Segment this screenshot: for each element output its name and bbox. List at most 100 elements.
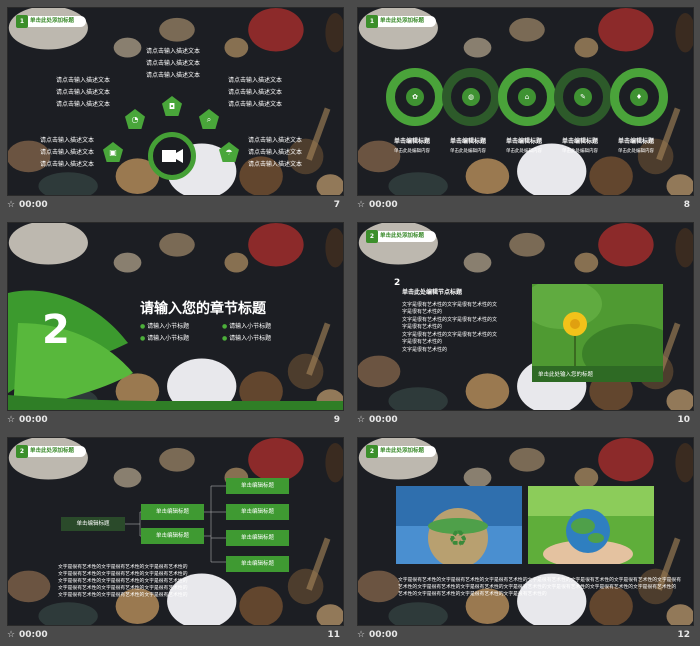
step-ring[interactable]: ♦ [610,68,668,126]
bullet-text: 请输入小节标题 [147,335,190,342]
slide-footer: ☆ 00:00 10 [357,414,694,428]
transition-icon[interactable]: ☆ [7,200,15,210]
desc-text[interactable]: 请点击输入描述文本 [56,101,110,109]
droplet-icon: ♦ [630,88,648,106]
slide-title-pill[interactable]: 1 单击此处添加标题 [366,15,436,28]
pill-text: 单击此处添加标题 [30,18,75,24]
slide-thumbnail[interactable]: 2 请输入您的章节标题 ● 请输入小节标题 ● 请输入小节标题 ● 请输入小节标… [7,222,344,411]
slide-cell-11[interactable]: 2 单击此处添加标题 单击编辑标题 单击编辑标题 单击编辑标题 单击编辑标题 单… [0,430,345,645]
wrench-icon: ✎ [574,88,592,106]
slide-timing: 00:00 [369,630,398,640]
transition-icon[interactable]: ☆ [357,630,365,640]
transition-icon[interactable]: ☆ [7,630,15,640]
desc-text[interactable]: 请点击输入描述文本 [248,161,302,169]
slide-cell-12[interactable]: 2 单击此处添加标题 ♻ 文字是很有艺术性的文字是很有艺术性的文字是很有艺术性的… [350,430,695,645]
desc-text[interactable]: 请点击输入描述文本 [56,77,110,85]
desc-text[interactable]: 请点击输入描述文本 [248,137,302,145]
tree-leaf-node[interactable]: 单击编辑标题 [226,504,289,520]
transition-icon[interactable]: ☆ [357,200,365,210]
slide-timing: 00:00 [369,415,398,425]
slide-number: 12 [677,630,690,640]
node-heading[interactable]: 单击此处编辑节点标题 [402,289,462,297]
slide-cell-10[interactable]: 2 单击此处添加标题 2 单击此处编辑节点标题 文字是很有艺术性的文字是很有艺术性… [350,215,695,430]
tree-leaf-node[interactable]: 单击编辑标题 [226,478,289,494]
tree-mid-node[interactable]: 单击编辑标题 [141,528,204,544]
step-ring[interactable]: ✿ [386,68,444,126]
slide-footer: ☆ 00:00 7 [7,199,344,213]
step-ring[interactable]: ⌂ [498,68,556,126]
desc-text[interactable]: 请点击输入描述文本 [228,101,282,109]
recycle-globe-photo[interactable]: ♻ [396,486,522,564]
transition-icon[interactable]: ☆ [7,415,15,425]
body-line[interactable]: 文字是很有艺术性的文字是很有艺术性的文字是很有艺术性的 [58,592,188,599]
body-line[interactable]: 文字是很有艺术性的文字是很有艺术性的文字是很有艺术性的 [58,585,188,592]
slide-cell-9[interactable]: 2 请输入您的章节标题 ● 请输入小节标题 ● 请输入小节标题 ● 请输入小节标… [0,215,345,430]
step-ring[interactable]: ✎ [554,68,612,126]
item-desc[interactable]: 单击此处编辑内容 [450,148,486,156]
desc-text[interactable]: 请点击输入描述文本 [146,48,200,56]
slide-thumbnail[interactable]: 2 单击此处添加标题 单击编辑标题 单击编辑标题 单击编辑标题 单击编辑标题 单… [7,437,344,626]
slide-title-pill[interactable]: 2 单击此处添加标题 [366,230,436,243]
desc-text[interactable]: 请点击输入描述文本 [228,89,282,97]
bullet-item[interactable]: ● 请输入小节标题 [140,335,189,343]
desc-text[interactable]: 请点击输入描述文本 [228,77,282,85]
item-desc[interactable]: 单击此处编辑内容 [394,148,430,156]
tree-leaf-node[interactable]: 单击编辑标题 [226,530,289,546]
green-base-band [8,401,343,410]
slide-cell-8[interactable]: 1 单击此处添加标题 ✿ ◍ ⌂ ✎ ♦ 单击编辑标题 单击此处编辑内容 单击编辑… [350,0,695,215]
desc-text[interactable]: 请点击输入描述文本 [248,149,302,157]
bullet-item[interactable]: ● 请输入小节标题 [140,323,189,331]
slide-title-pill[interactable]: 2 单击此处添加标题 [366,445,436,458]
step-ring[interactable]: ◍ [442,68,500,126]
pill-text: 单击此处添加标题 [380,448,425,454]
body-line[interactable]: 文字是很有艺术性的文字是很有艺术性的文字是很有艺术性的 [58,571,188,578]
body-line[interactable]: 文字是很有艺术性的文字是很有艺术性的文字是很有艺术性的 [58,564,188,571]
bullet-item[interactable]: ● 请输入小节标题 [222,335,271,343]
item-desc[interactable]: 单击此处编辑内容 [506,148,542,156]
desc-text[interactable]: 请点击输入描述文本 [40,161,94,169]
item-desc[interactable]: 单击此处编辑内容 [618,148,654,156]
body-line[interactable]: 艺术性的文字是很有艺术性的文字是很有艺术性的文字是很有艺术性的文字是很有艺术性的… [398,584,676,591]
node-body-line[interactable]: 文字是很有艺术性的 [402,347,447,355]
video-camera-hub [148,132,196,180]
item-title[interactable]: 单击编辑标题 [394,138,430,146]
slide-timing: 00:00 [19,200,48,210]
desc-text[interactable]: 请点击输入描述文本 [40,149,94,157]
node-body-line[interactable]: 字是很有艺术性的 [402,324,442,332]
slide-footer: ☆ 00:00 9 [7,414,344,428]
node-body-line[interactable]: 字是很有艺术性的 [402,309,442,317]
leaf-icon: ✿ [406,88,424,106]
body-line[interactable]: 文字是很有艺术性的文字是很有艺术性的文字是很有艺术性的文字是很有艺术性的文字是很… [398,577,681,584]
desc-text[interactable]: 请点击输入描述文本 [40,137,94,145]
item-title[interactable]: 单击编辑标题 [450,138,486,146]
bullet-text: 请输入小节标题 [229,335,272,342]
slide-number: 10 [677,415,690,425]
slide-thumbnail[interactable]: 1 单击此处添加标题 ✿ ◍ ⌂ ✎ ♦ 单击编辑标题 单击此处编辑内容 单击编辑… [357,7,694,196]
slide-cell-7[interactable]: 1 单击此处添加标题 请点击输入描述文本 请点击输入描述文本 请点击输入描述文本 … [0,0,345,215]
bullet-item[interactable]: ● 请输入小节标题 [222,323,271,331]
item-desc[interactable]: 单击此处编辑内容 [562,148,598,156]
video-camera-icon [162,149,183,163]
globe-icon: ◍ [462,88,480,106]
desc-text[interactable]: 请点击输入描述文本 [146,60,200,68]
item-title[interactable]: 单击编辑标题 [562,138,598,146]
item-title[interactable]: 单击编辑标题 [618,138,654,146]
slide-thumbnail[interactable]: 1 单击此处添加标题 请点击输入描述文本 请点击输入描述文本 请点击输入描述文本 … [7,7,344,196]
hand-earth-photo[interactable] [528,486,654,564]
tree-root-node[interactable]: 单击编辑标题 [61,517,125,531]
slide-thumbnail[interactable]: 2 单击此处添加标题 2 单击此处编辑节点标题 文字是很有艺术性的文字是很有艺术性… [357,222,694,411]
tree-leaf-node[interactable]: 单击编辑标题 [226,556,289,572]
slide-title-pill[interactable]: 1 单击此处添加标题 [16,15,86,28]
desc-text[interactable]: 请点击输入描述文本 [146,72,200,80]
body-line[interactable]: 艺术性的文字是很有艺术性的文字是很有艺术性的文字是很有艺术性的 [398,591,547,598]
tree-mid-node[interactable]: 单击编辑标题 [141,504,204,520]
node-body-line[interactable]: 字是很有艺术性的 [402,339,442,347]
transition-icon[interactable]: ☆ [357,415,365,425]
body-line[interactable]: 文字是很有艺术性的文字是很有艺术性的文字是很有艺术性的 [58,578,188,585]
slide-thumbnail[interactable]: 2 单击此处添加标题 ♻ 文字是很有艺术性的文字是很有艺术性的文字是很有艺术性的… [357,437,694,626]
section-title[interactable]: 请输入您的章节标题 [140,298,266,318]
item-title[interactable]: 单击编辑标题 [506,138,542,146]
desc-text[interactable]: 请点击输入描述文本 [56,89,110,97]
photo-caption[interactable]: 单击此处输入您的标题 [538,371,593,379]
slide-number: 11 [327,630,340,640]
